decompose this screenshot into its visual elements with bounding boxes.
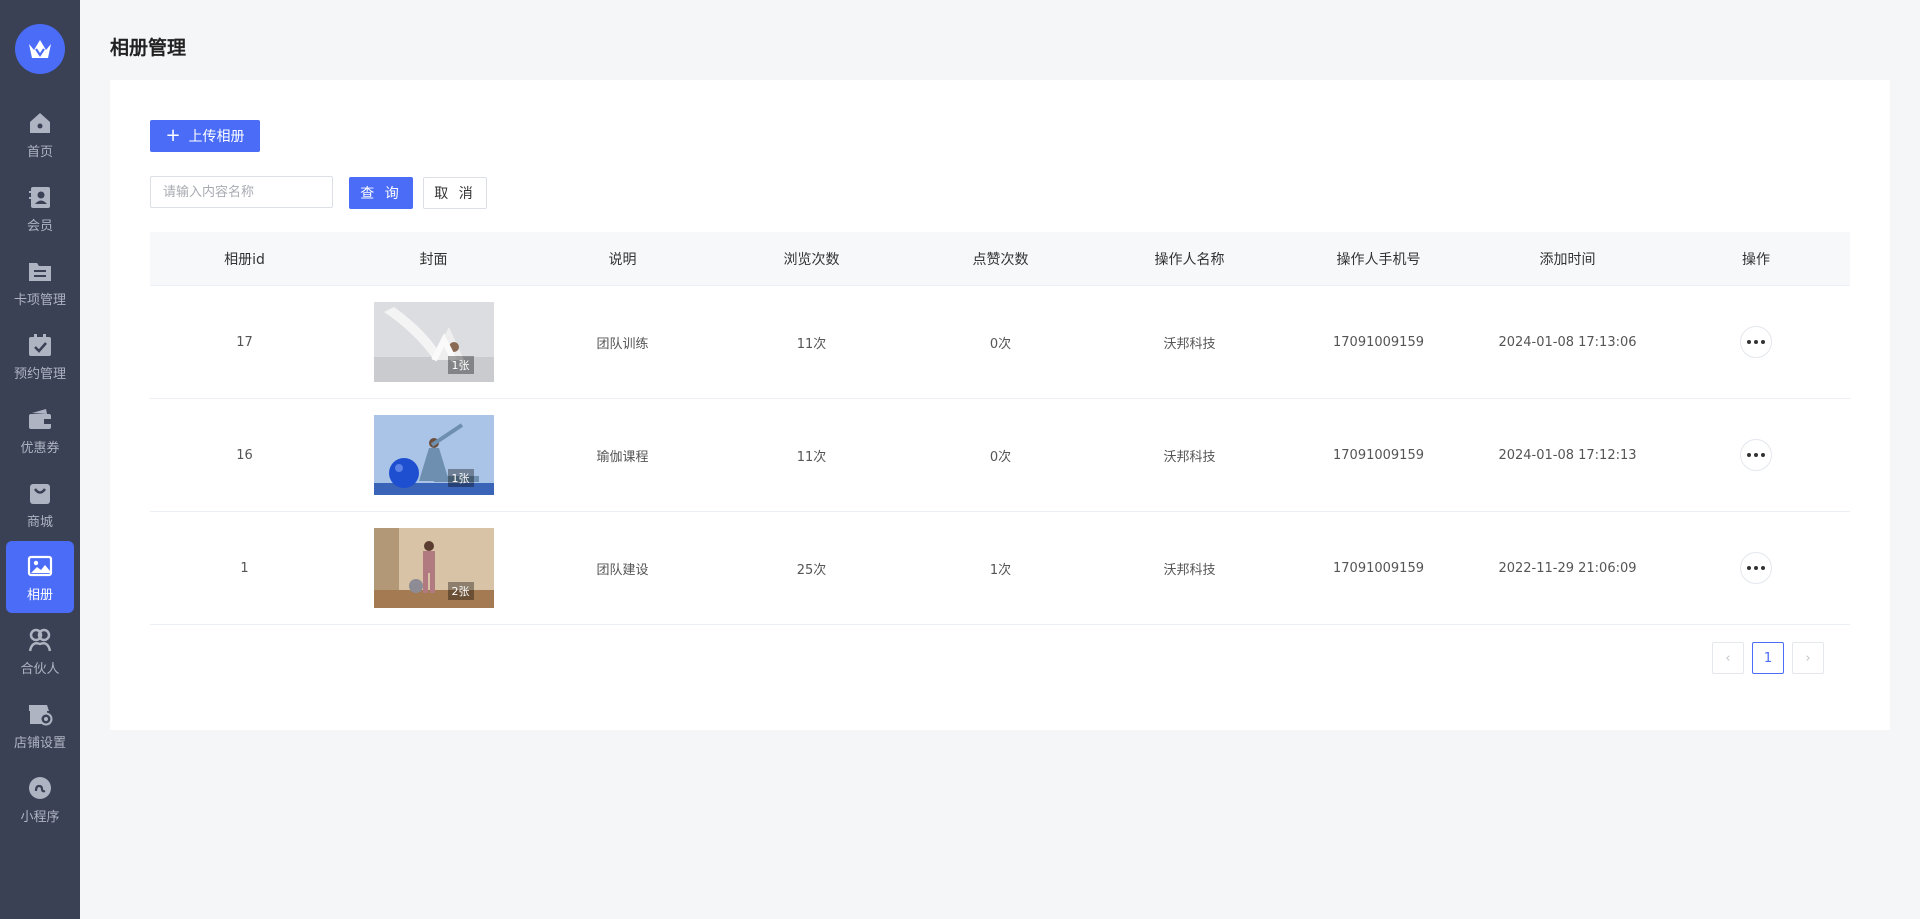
operator-name: 沃邦科技 (1163, 562, 1216, 578)
like-count: 0次 (989, 336, 1012, 352)
mini-program-icon (29, 776, 51, 799)
next-page-button[interactable]: › (1792, 642, 1824, 674)
cover-image[interactable]: 1张 (373, 415, 494, 495)
sidebar-item-label: 优惠券 (20, 440, 60, 456)
page-title: 相册管理 (110, 37, 187, 59)
sidebar-item-label: 商城 (26, 514, 53, 530)
operator-name: 沃邦科技 (1163, 449, 1216, 465)
album-description: 瑜伽课程 (596, 449, 649, 465)
sidebar-item-label: 相册 (26, 587, 53, 603)
sidebar-item-label: 卡项管理 (13, 292, 66, 308)
column-header: 添加时间 (1539, 251, 1596, 268)
column-header: 说明 (608, 251, 637, 268)
upload-album-label: 上传相册 (188, 129, 245, 145)
sidebar-item-home[interactable]: 首页 (6, 98, 74, 170)
page-number-button[interactable]: 1 (1752, 642, 1784, 674)
operator-phone: 17091009159 (1333, 560, 1424, 576)
store-settings-icon (29, 704, 53, 725)
column-header: 封面 (419, 251, 448, 268)
album-description: 团队训练 (596, 336, 649, 352)
column-header: 操作人名称 (1154, 251, 1225, 268)
sidebar-item-mall[interactable]: 商城 (6, 468, 74, 540)
more-actions-button[interactable] (1740, 326, 1772, 358)
album-id: 1 (240, 560, 249, 576)
plus-icon: + (165, 125, 181, 146)
upload-album-button[interactable]: + 上传相册 (150, 120, 260, 152)
card-icon (29, 262, 51, 281)
column-header: 操作 (1742, 251, 1770, 268)
like-count: 0次 (989, 449, 1012, 465)
column-header: 相册id (224, 251, 265, 268)
calendar-icon (29, 333, 51, 356)
album-id: 17 (236, 334, 253, 350)
sidebar-item-label: 小程序 (20, 809, 60, 825)
operator-name: 沃邦科技 (1163, 336, 1216, 352)
photo-count-badge: 1张 (447, 469, 474, 487)
sidebar-item-label: 首页 (26, 144, 53, 160)
album-description: 团队建设 (596, 562, 649, 578)
album-id: 16 (236, 447, 253, 463)
column-header: 点赞次数 (972, 251, 1029, 268)
photo-count-badge: 2张 (447, 582, 474, 600)
cancel-button[interactable]: 取 消 (423, 177, 487, 209)
wallet-icon (29, 408, 51, 429)
column-header: 浏览次数 (783, 251, 840, 268)
sidebar-item-label: 店铺设置 (13, 735, 66, 751)
album-panel: + 上传相册 查 询 取 消 相册id 封面 说明 浏览次数 点赞次数 操作人名… (110, 80, 1890, 730)
pagination: ‹ 1 › (1712, 642, 1824, 674)
sidebar-item-cards[interactable]: 卡项管理 (6, 246, 74, 318)
cover-cell: 2张 (339, 528, 528, 608)
more-actions-button[interactable] (1740, 439, 1772, 471)
cover-image[interactable]: 1张 (373, 302, 494, 382)
sidebar-item-store-settings[interactable]: 店铺设置 (6, 689, 74, 761)
column-header: 操作人手机号 (1336, 251, 1421, 268)
more-icon (1747, 453, 1751, 457)
shopping-bag-icon (30, 483, 50, 504)
view-count: 11次 (796, 336, 827, 352)
sidebar-item-coupons[interactable]: 优惠券 (6, 394, 74, 466)
added-time: 2022-11-29 21:06:09 (1498, 560, 1637, 576)
crown-logo-icon[interactable] (15, 24, 65, 74)
sidebar: 首页 会员 卡项管理 预约管理 优惠券 商城 相册 合伙人 店铺设置 小程序 (0, 0, 80, 919)
photo-count-badge: 1张 (447, 356, 474, 374)
more-icon (1747, 566, 1751, 570)
sidebar-item-label: 预约管理 (13, 366, 66, 382)
table-row: 17 1张 团队训练 11次 0次 沃邦科技 17091009159 2024-… (150, 286, 1850, 399)
album-table: 相册id 封面 说明 浏览次数 点赞次数 操作人名称 操作人手机号 添加时间 操… (150, 232, 1850, 625)
table-row: 1 2张 团队建设 25次 1次 沃邦科技 17091009159 2022-1… (150, 512, 1850, 625)
sidebar-item-partner[interactable]: 合伙人 (6, 615, 74, 687)
cover-cell: 1张 (339, 302, 528, 382)
sidebar-item-album[interactable]: 相册 (6, 541, 74, 613)
operator-phone: 17091009159 (1333, 334, 1424, 350)
actions-cell (1662, 439, 1850, 471)
query-button[interactable]: 查 询 (349, 177, 413, 209)
home-icon (30, 112, 50, 133)
view-count: 11次 (796, 449, 827, 465)
cover-image[interactable]: 2张 (373, 528, 494, 608)
sidebar-item-label: 会员 (26, 218, 53, 234)
member-icon (29, 186, 50, 208)
added-time: 2024-01-08 17:13:06 (1498, 334, 1637, 350)
actions-cell (1662, 326, 1850, 358)
cover-cell: 1张 (339, 415, 528, 495)
more-icon (1747, 340, 1751, 344)
search-input[interactable] (150, 176, 333, 208)
more-actions-button[interactable] (1740, 552, 1772, 584)
sidebar-item-booking[interactable]: 预约管理 (6, 320, 74, 392)
sidebar-item-member[interactable]: 会员 (6, 172, 74, 244)
table-row: 16 1张 瑜伽课程 11次 0次 沃邦科技 17091009159 2024-… (150, 399, 1850, 512)
like-count: 1次 (989, 562, 1012, 578)
actions-cell (1662, 552, 1850, 584)
view-count: 25次 (796, 562, 827, 578)
sidebar-item-mini-program[interactable]: 小程序 (6, 763, 74, 835)
prev-page-button[interactable]: ‹ (1712, 642, 1744, 674)
image-icon (27, 555, 53, 576)
operator-phone: 17091009159 (1333, 447, 1424, 463)
added-time: 2024-01-08 17:12:13 (1498, 447, 1637, 463)
sidebar-item-label: 合伙人 (20, 661, 60, 677)
partner-icon (28, 628, 52, 651)
table-header: 相册id 封面 说明 浏览次数 点赞次数 操作人名称 操作人手机号 添加时间 操… (150, 232, 1850, 286)
